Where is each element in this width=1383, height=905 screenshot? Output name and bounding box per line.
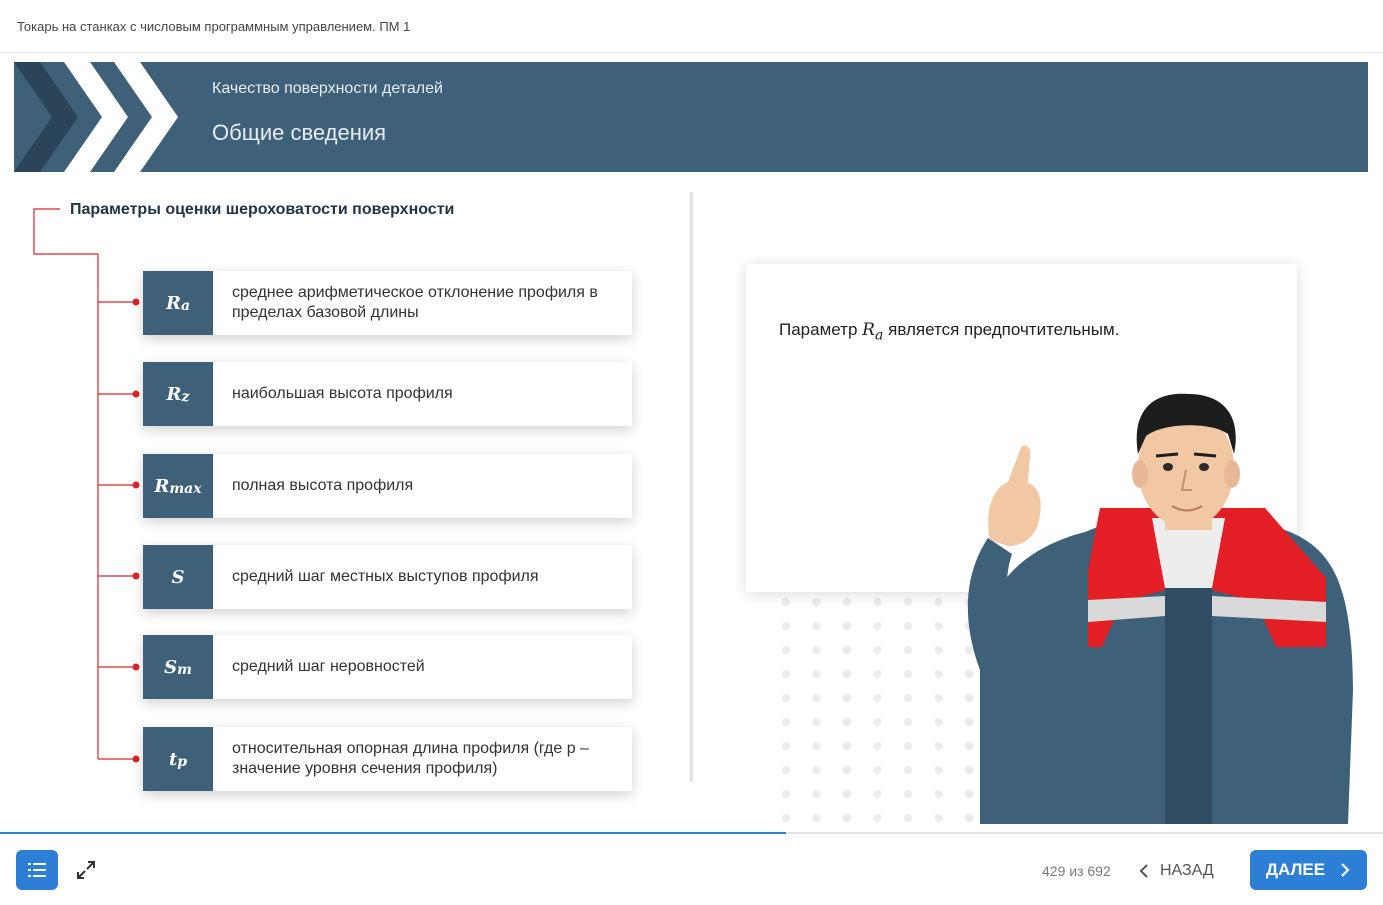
chevron-left-icon (1139, 864, 1148, 878)
connector-dot (132, 663, 140, 671)
connector-dot (132, 755, 140, 763)
param-card-s: S средний шаг местных выступов профиля (143, 545, 632, 609)
param-symbol: Rmax (143, 454, 213, 518)
param-card-rmax: Rmax полная высота профиля (143, 454, 632, 518)
list-icon (28, 863, 46, 877)
param-card-sm: Sm средний шаг неровностей (143, 635, 632, 699)
param-symbol: S (143, 545, 213, 609)
connector-dot (132, 390, 140, 398)
menu-button[interactable] (16, 850, 58, 890)
back-label: НАЗАД (1160, 862, 1214, 879)
param-symbol: Ra (143, 271, 213, 335)
banner-subtitle: Качество поверхности деталей (212, 80, 443, 97)
worker-illustration (967, 393, 1353, 824)
param-description: наибольшая высота профиля (232, 385, 453, 402)
param-symbol: tp (143, 727, 213, 791)
back-button[interactable]: НАЗАД (1138, 854, 1214, 888)
expand-button[interactable] (74, 858, 98, 882)
tree-connector (33, 208, 140, 763)
footer-bar: 429 из 692 НАЗАД ДАЛЕЕ (0, 834, 1383, 905)
param-description: средний шаг неровностей (232, 658, 425, 675)
page-counter: 429 из 692 (1042, 863, 1111, 879)
param-card-rz: Rz наибольшая высота профиля (143, 362, 632, 426)
chevron-right-icon (1341, 863, 1350, 877)
param-description: средний шаг местных выступов профиля (232, 568, 539, 585)
param-card-tp: tp относительная опорная длина профиля (… (143, 727, 632, 791)
next-label: ДАЛЕЕ (1265, 860, 1326, 879)
connector-dot (132, 481, 140, 489)
note-text: Параметр Ra является предпочтительным. (779, 320, 1120, 344)
param-card-ra: Ra среднее арифметическое отклонение про… (143, 271, 632, 335)
next-button[interactable]: ДАЛЕЕ (1250, 850, 1367, 890)
top-bar: Токарь на станках с числовым программным… (0, 0, 1383, 53)
param-description: относительная опорная длина профиля (где… (232, 740, 589, 777)
param-symbol: Rz (143, 362, 213, 426)
param-description: полная высота профиля (232, 477, 414, 494)
connector-dot (132, 572, 140, 580)
connector-dot (132, 298, 140, 306)
param-symbol: Sm (143, 635, 213, 699)
banner-title: Общие сведения (212, 120, 387, 145)
section-banner: Качество поверхности деталей Общие сведе… (14, 62, 1368, 172)
param-description: среднее арифметическое отклонение профил… (232, 284, 598, 321)
expand-icon (77, 861, 95, 879)
content-divider (690, 192, 694, 782)
